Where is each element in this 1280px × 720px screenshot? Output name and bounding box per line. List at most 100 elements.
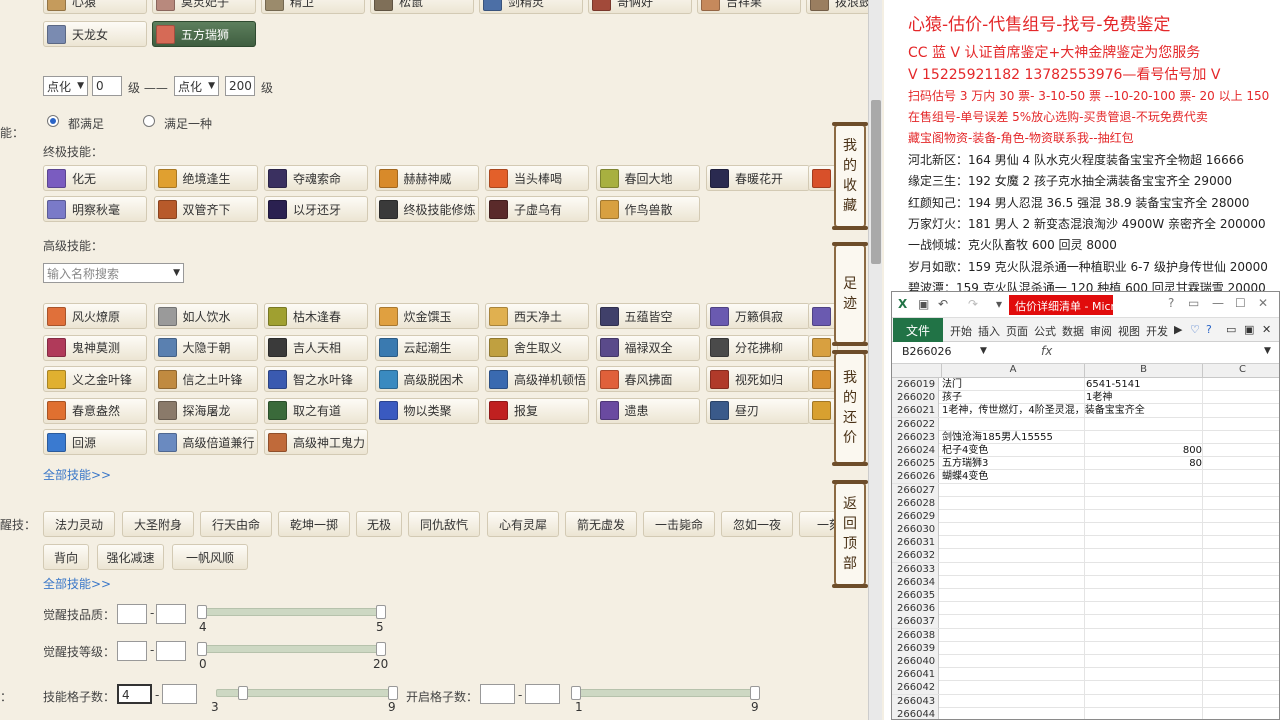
ultimate-skill-chip[interactable]: 当头棒喝 xyxy=(485,165,589,191)
window-minimize-icon[interactable]: ▭ xyxy=(1226,323,1236,336)
row-number[interactable]: 266029 xyxy=(892,509,939,523)
row-number[interactable]: 266044 xyxy=(892,707,939,719)
table-row[interactable]: 266038 xyxy=(892,628,1279,642)
advanced-skill-chip[interactable]: 吉人天相 xyxy=(264,334,368,361)
awaken-skill-button[interactable]: 同仇敌忾 xyxy=(408,511,480,537)
awaken-skill-button[interactable]: 大圣附身 xyxy=(122,511,194,537)
table-row[interactable]: 266024 杞子4变色 800 xyxy=(892,443,1279,458)
radio-all-match[interactable] xyxy=(47,115,59,127)
advanced-skill-search[interactable]: 输入名称搜索 ▼ xyxy=(43,263,184,283)
ribbon-tab[interactable]: 开发 xyxy=(1146,323,1168,339)
help-icon[interactable]: ? xyxy=(1168,296,1174,310)
awaken-level-min-input[interactable] xyxy=(117,641,147,661)
table-row[interactable]: 266027 xyxy=(892,483,1279,497)
awaken-quality-slider-max-thumb[interactable] xyxy=(376,605,386,619)
pet-chip[interactable]: 天龙女 xyxy=(43,21,147,47)
row-number[interactable]: 266038 xyxy=(892,628,939,642)
table-row[interactable]: 266044 xyxy=(892,707,1279,719)
advanced-skill-chip[interactable]: 风火燎原 xyxy=(43,303,147,329)
awaken-skill-button[interactable]: 一帆风顺 xyxy=(172,544,248,570)
advanced-skill-chip[interactable]: 视死如归 xyxy=(706,366,810,392)
row-number[interactable]: 266042 xyxy=(892,681,939,695)
ultimate-skill-chip[interactable]: 化无 xyxy=(43,165,147,191)
table-row[interactable]: 266037 xyxy=(892,615,1279,629)
advanced-skill-chip[interactable]: 春意盎然 xyxy=(43,397,147,424)
awaken-quality-slider-min-thumb[interactable] xyxy=(197,605,207,619)
table-row[interactable]: 266025 五方瑞狮3 80 xyxy=(892,457,1279,471)
table-row[interactable]: 266042 xyxy=(892,681,1279,695)
level-type-select-2[interactable]: 点化 ▼ xyxy=(174,76,219,96)
skill-slots-slider-min-thumb[interactable] xyxy=(238,686,248,700)
open-slots-max-input[interactable] xyxy=(525,684,560,704)
table-row[interactable]: 266035 xyxy=(892,589,1279,603)
row-number[interactable]: 266030 xyxy=(892,523,939,537)
row-number[interactable]: 266040 xyxy=(892,654,939,668)
tab-file[interactable]: 文件 xyxy=(893,318,943,342)
level-max-input[interactable]: 200 xyxy=(225,76,255,96)
open-slots-slider-min-thumb[interactable] xyxy=(571,686,581,700)
cell-b[interactable]: 6541-5141 xyxy=(1086,378,1141,391)
awaken-skill-button[interactable]: 一击毙命 xyxy=(643,511,715,537)
pet-chip[interactable]: 哥俩好 xyxy=(588,0,692,14)
awaken-skill-button[interactable]: 乾坤一掷 xyxy=(278,511,350,537)
cell-b[interactable]: 800 xyxy=(1086,444,1202,457)
table-row[interactable]: 266040 xyxy=(892,654,1279,669)
awaken-all-skills-link[interactable]: 全部技能>> xyxy=(43,575,111,592)
formula-expand-icon[interactable]: ▼ xyxy=(1264,346,1271,356)
awaken-skill-button[interactable]: 行天由命 xyxy=(200,511,272,537)
row-number[interactable]: 266026 xyxy=(892,470,939,484)
row-number[interactable]: 266031 xyxy=(892,536,939,550)
redo-icon[interactable]: ↷ xyxy=(968,297,978,311)
table-row[interactable]: 266022 xyxy=(892,417,1279,431)
maximize-icon[interactable]: ☐ xyxy=(1235,296,1246,310)
ribbon-tab[interactable]: 审阅 xyxy=(1090,323,1112,339)
advanced-skill-chip[interactable]: 探海屠龙 xyxy=(153,397,258,424)
name-box[interactable]: B266026 xyxy=(902,345,990,361)
ribbon-display-icon[interactable]: ▭ xyxy=(1188,296,1199,310)
side-back-to-top-button[interactable]: 返回顶部 xyxy=(832,480,868,588)
ribbon-scroll-right-icon[interactable]: ▶ xyxy=(1174,323,1182,336)
row-number[interactable]: 266035 xyxy=(892,589,939,602)
advanced-skill-chip[interactable]: 报复 xyxy=(485,397,589,424)
advanced-skill-chip[interactable]: 义之金叶锋 xyxy=(43,366,147,392)
awaken-skill-button[interactable]: 强化减速 xyxy=(97,544,164,570)
ultimate-skill-chip[interactable]: 绝境逢生 xyxy=(153,165,258,191)
ribbon-tab[interactable]: 公式 xyxy=(1034,323,1056,339)
table-row[interactable]: 266036 xyxy=(892,602,1279,616)
skill-slots-max-input[interactable] xyxy=(162,684,197,704)
table-row[interactable]: 266043 xyxy=(892,694,1279,708)
pet-chip[interactable]: 拨浪鼓 xyxy=(806,0,868,14)
cell-a[interactable]: 五方瑞狮3 xyxy=(942,457,988,470)
cell-b[interactable]: 1老神 xyxy=(1086,391,1112,404)
page-scrollbar[interactable] xyxy=(868,0,882,720)
row-number[interactable]: 266043 xyxy=(892,694,939,708)
ultimate-skill-chip[interactable]: 春回大地 xyxy=(595,165,700,191)
table-row[interactable]: 266019 法门 6541-5141 xyxy=(892,378,1279,392)
advanced-skill-chip[interactable]: 西天净土 xyxy=(485,303,589,329)
help-circle-icon[interactable]: ? xyxy=(1206,323,1212,336)
advanced-skill-chip[interactable]: 舍生取义 xyxy=(485,334,589,361)
window-restore-icon[interactable]: ▣ xyxy=(1244,323,1254,336)
cell-a[interactable]: 杞子4变色 xyxy=(942,444,988,457)
advanced-skill-chip[interactable]: 智之水叶锋 xyxy=(264,366,368,392)
column-header-b[interactable]: B xyxy=(1084,364,1202,378)
advanced-skill-chip[interactable]: 如人饮水 xyxy=(153,303,258,329)
side-favorites-button[interactable]: 我的收藏 xyxy=(832,122,868,230)
table-row[interactable]: 266041 xyxy=(892,668,1279,682)
skill-slots-slider-max-thumb[interactable] xyxy=(388,686,398,700)
advanced-skill-chip[interactable]: 分花拂柳 xyxy=(706,334,810,361)
advanced-skill-chip[interactable]: 鬼神莫测 xyxy=(43,334,147,361)
cell-a[interactable]: 剑蚀沧海185男人15555 xyxy=(942,431,1053,444)
advanced-skill-chip[interactable]: 万籁俱寂 xyxy=(706,303,810,329)
pet-chip[interactable]: 松鼠 xyxy=(370,0,474,14)
open-slots-slider-max-thumb[interactable] xyxy=(750,686,760,700)
awaken-level-slider-min-thumb[interactable] xyxy=(197,642,207,656)
column-header-a[interactable]: A xyxy=(941,364,1084,378)
cell-b[interactable]: 80 xyxy=(1086,457,1202,470)
cell-a[interactable]: 法门 xyxy=(942,378,962,391)
table-row[interactable]: 266020 孩子 1老神 xyxy=(892,391,1279,405)
awaken-level-max-input[interactable] xyxy=(156,641,186,661)
table-row[interactable]: 266029 xyxy=(892,509,1279,524)
cell-a[interactable]: 1老神，传世燃灯，4阶圣灵混，装备宝宝齐全 xyxy=(942,404,1145,417)
advanced-skill-chip[interactable]: 高级禅机顿悟 xyxy=(485,366,589,392)
